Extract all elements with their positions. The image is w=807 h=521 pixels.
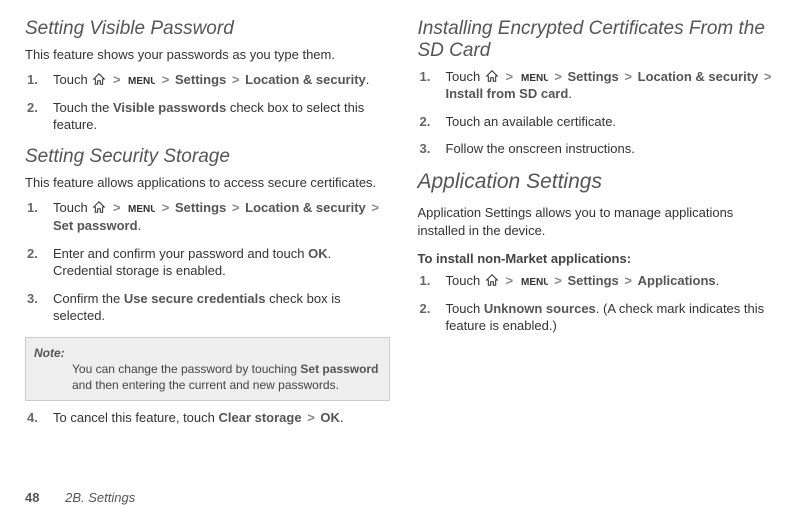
menu-icon: [520, 275, 548, 287]
bold-term: Settings: [175, 72, 226, 87]
step-text: Touch > > Settings > Location & security…: [446, 69, 774, 102]
blurb-visible-password: This feature shows your passwords as you…: [25, 46, 390, 64]
bold-term: OK: [320, 410, 340, 425]
home-icon: [92, 72, 106, 86]
page-footer: 48 2B. Settings: [25, 490, 135, 505]
heading-app-settings: Application Settings: [418, 170, 783, 194]
blurb-app-settings: Application Settings allows you to manag…: [418, 204, 783, 239]
chevron-icon: >: [371, 200, 379, 215]
step-item: 1.Touch > > Settings > Location & securi…: [43, 199, 390, 234]
step-item: 2.Touch Unknown sources. (A check mark i…: [436, 300, 783, 335]
note-set-password: Note: You can change the password by tou…: [25, 337, 390, 402]
step-item: 4.To cancel this feature, touch Clear st…: [43, 409, 390, 427]
steps-install-certs: 1. Touch > > Settings > Location & securi…: [418, 68, 783, 158]
step-number: 4.: [27, 409, 38, 427]
step-item: 2.Touch the Visible passwords check box …: [43, 99, 390, 134]
bold-term: Settings: [568, 69, 619, 84]
bold-term: Location & security: [638, 69, 759, 84]
bold-term: Install from SD card: [446, 86, 569, 101]
step-item: 3.Confirm the Use secure credentials che…: [43, 290, 390, 325]
step-text: Touch Unknown sources. (A check mark ind…: [446, 301, 765, 334]
step-item: 2.Enter and confirm your password and to…: [43, 245, 390, 280]
chevron-icon: >: [232, 200, 240, 215]
step-number: 2.: [420, 113, 431, 131]
step-text: Enter and confirm your password and touc…: [53, 246, 331, 279]
step-item: 2.Touch an available certificate.: [436, 113, 783, 131]
step-number: 1.: [27, 71, 38, 89]
steps-app-settings: 1.Touch > > Settings > Applications.2.To…: [418, 272, 783, 335]
chevron-icon: >: [505, 273, 513, 288]
chevron-icon: >: [232, 72, 240, 87]
home-icon: [485, 273, 499, 287]
step-number: 3.: [27, 290, 38, 308]
heading-visible-password: Setting Visible Password: [25, 18, 390, 40]
chevron-icon: >: [554, 273, 562, 288]
heading-install-certs: Installing Encrypted Certificates From t…: [418, 18, 783, 62]
step-item: 1.Touch > > Settings > Location & securi…: [436, 68, 783, 103]
bold-term: Clear storage: [218, 410, 301, 425]
home-icon: [485, 69, 499, 83]
chevron-icon: >: [764, 69, 772, 84]
right-column: Installing Encrypted Certificates From t…: [418, 18, 783, 439]
bold-term: Applications: [638, 273, 716, 288]
bold-term: Set password: [53, 218, 138, 233]
step-item: 1.Touch > > Settings > Applications.: [436, 272, 783, 290]
chevron-icon: >: [113, 72, 121, 87]
step-number: 1.: [420, 272, 431, 290]
menu-icon: [127, 202, 155, 214]
left-column: Setting Visible Password This feature sh…: [25, 18, 390, 439]
chevron-icon: >: [624, 69, 632, 84]
bold-term: Location & security: [245, 72, 366, 87]
steps-visible-password: 1. Touch > > Settings > Location & securi…: [25, 71, 390, 134]
step-text: To cancel this feature, touch Clear stor…: [53, 410, 344, 425]
chevron-icon: >: [505, 69, 513, 84]
bold-term: Unknown sources: [484, 301, 596, 316]
bold-term: OK: [308, 246, 328, 261]
step-number: 3.: [420, 140, 431, 158]
bold-term: Set password: [300, 362, 378, 376]
step-text: Touch an available certificate.: [446, 114, 617, 129]
chevron-icon: >: [113, 200, 121, 215]
step-text: Follow the onscreen instructions.: [446, 141, 635, 156]
step-number: 1.: [27, 199, 38, 217]
menu-icon: [127, 74, 155, 86]
step-item: 1.Touch > > Settings > Location & securi…: [43, 71, 390, 89]
blurb-security-storage: This feature allows applications to acce…: [25, 174, 390, 192]
step-number: 1.: [420, 68, 431, 86]
step-text: Touch > > Settings > Applications.: [446, 273, 720, 288]
step-number: 2.: [27, 245, 38, 263]
steps-security-storage-b: 4. To cancel this feature, touch Clear st…: [25, 409, 390, 427]
chevron-icon: >: [307, 410, 315, 425]
bold-term: Use secure credentials: [124, 291, 266, 306]
step-text: Touch > > Settings > Location & security…: [53, 72, 369, 87]
step-text: Confirm the Use secure credentials check…: [53, 291, 341, 324]
bold-term: Location & security: [245, 200, 366, 215]
bold-term: Settings: [175, 200, 226, 215]
chevron-icon: >: [162, 200, 170, 215]
step-text: Touch the Visible passwords check box to…: [53, 100, 364, 133]
page-number: 48: [25, 490, 39, 505]
step-number: 2.: [27, 99, 38, 117]
home-icon: [92, 200, 106, 214]
steps-security-storage-a: 1. Touch > > Settings > Location & securi…: [25, 199, 390, 324]
step-number: 2.: [420, 300, 431, 318]
menu-icon: [520, 71, 548, 83]
bold-term: Visible passwords: [113, 100, 226, 115]
step-text: Touch > > Settings > Location & security…: [53, 200, 381, 233]
chevron-icon: >: [162, 72, 170, 87]
note-body: You can change the password by touching …: [34, 361, 381, 393]
chevron-icon: >: [554, 69, 562, 84]
subhead-non-market: To install non-Market applications:: [418, 251, 783, 266]
bold-term: Settings: [568, 273, 619, 288]
chevron-icon: >: [624, 273, 632, 288]
step-item: 3.Follow the onscreen instructions.: [436, 140, 783, 158]
heading-security-storage: Setting Security Storage: [25, 146, 390, 168]
note-label: Note:: [34, 346, 65, 360]
chapter-label: 2B. Settings: [65, 490, 135, 505]
